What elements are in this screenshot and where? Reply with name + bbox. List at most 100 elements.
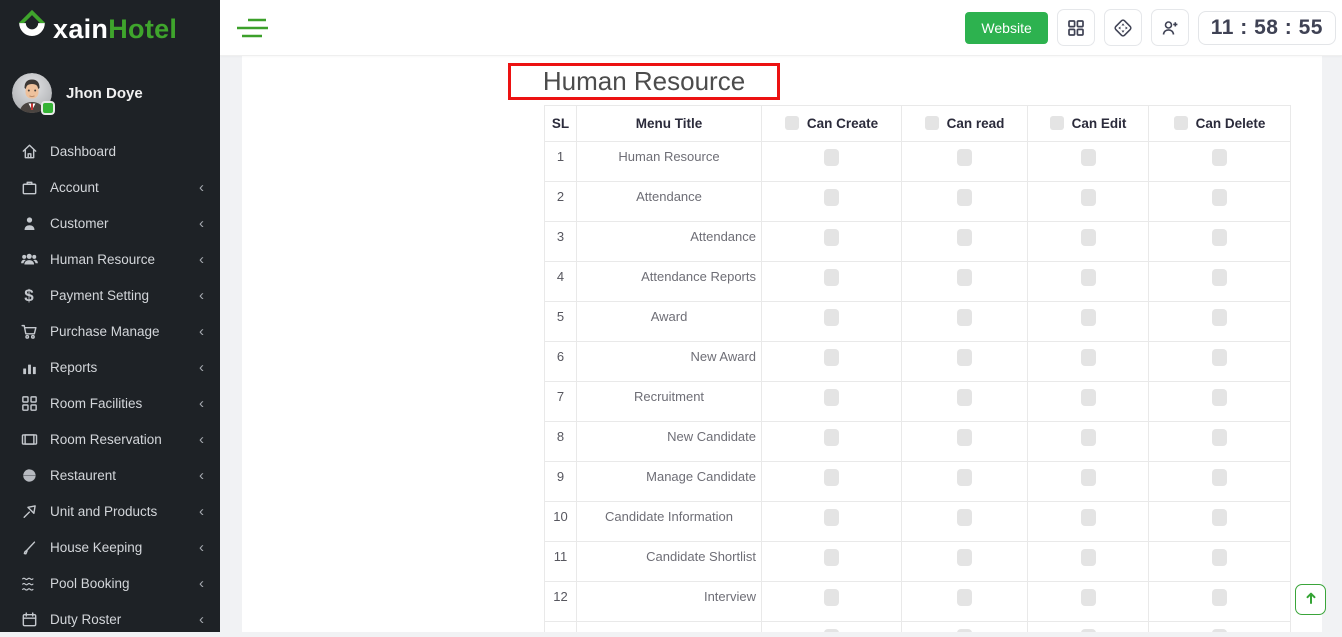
delete-checkbox[interactable] <box>1212 429 1227 446</box>
sidebar-item-purchase-manage[interactable]: Purchase Manage‹ <box>0 313 220 349</box>
read-checkbox[interactable] <box>957 149 972 166</box>
table-row: 5Award <box>545 302 1291 342</box>
sidebar-item-dashboard[interactable]: Dashboard <box>0 133 220 169</box>
delete-checkbox[interactable] <box>1212 589 1227 606</box>
expand-diamond-icon[interactable] <box>1104 9 1142 46</box>
create-checkbox[interactable] <box>824 189 839 206</box>
permission-cell-create <box>762 582 902 622</box>
delete-checkbox[interactable] <box>1212 269 1227 286</box>
sidebar-item-label: Duty Roster <box>50 612 199 627</box>
sidebar-item-customer[interactable]: Customer‹ <box>0 205 220 241</box>
permission-cell-create <box>762 502 902 542</box>
delete-checkbox[interactable] <box>1212 189 1227 206</box>
chevron-left-icon: ‹ <box>199 540 204 555</box>
table-row: 9Manage Candidate <box>545 462 1291 502</box>
sidebar-item-label: Human Resource <box>50 252 199 267</box>
read-checkbox[interactable] <box>957 189 972 206</box>
create-checkbox[interactable] <box>824 349 839 366</box>
edit-checkbox[interactable] <box>1081 309 1096 326</box>
read-checkbox[interactable] <box>957 509 972 526</box>
create-checkbox[interactable] <box>824 269 839 286</box>
sidebar-item-reports[interactable]: Reports‹ <box>0 349 220 385</box>
select-all-edit-checkbox[interactable] <box>1050 116 1064 130</box>
edit-checkbox[interactable] <box>1081 469 1096 486</box>
sidebar-item-unit-and-products[interactable]: Unit and Products‹ <box>0 493 220 529</box>
edit-checkbox[interactable] <box>1081 229 1096 246</box>
sidebar-item-human-resource[interactable]: Human Resource‹ <box>0 241 220 277</box>
website-button[interactable]: Website <box>965 12 1047 44</box>
read-checkbox[interactable] <box>957 469 972 486</box>
chevron-left-icon: ‹ <box>199 360 204 375</box>
select-all-create-checkbox[interactable] <box>785 116 799 130</box>
delete-checkbox[interactable] <box>1212 509 1227 526</box>
select-all-read-checkbox[interactable] <box>925 116 939 130</box>
sidebar-item-payment-setting[interactable]: $Payment Setting‹ <box>0 277 220 313</box>
delete-checkbox[interactable] <box>1212 149 1227 166</box>
read-checkbox[interactable] <box>957 429 972 446</box>
select-all-delete-checkbox[interactable] <box>1174 116 1188 130</box>
read-checkbox[interactable] <box>957 549 972 566</box>
permission-cell-read <box>902 262 1028 302</box>
delete-checkbox[interactable] <box>1212 469 1227 486</box>
delete-checkbox[interactable] <box>1212 229 1227 246</box>
create-checkbox[interactable] <box>824 149 839 166</box>
row-sl: 6 <box>545 342 577 382</box>
delete-checkbox[interactable] <box>1212 389 1227 406</box>
create-checkbox[interactable] <box>824 549 839 566</box>
permission-cell-edit <box>1028 382 1149 422</box>
permission-cell-read <box>902 342 1028 382</box>
permission-cell-read <box>902 222 1028 262</box>
permission-cell-delete <box>1149 142 1291 182</box>
permission-cell-create <box>762 422 902 462</box>
user-profile[interactable]: Jhon Doye <box>0 58 220 125</box>
create-checkbox[interactable] <box>824 229 839 246</box>
edit-checkbox[interactable] <box>1081 389 1096 406</box>
delete-checkbox[interactable] <box>1212 549 1227 566</box>
edit-checkbox[interactable] <box>1081 149 1096 166</box>
menu-icon[interactable] <box>234 15 272 41</box>
permission-cell-delete <box>1149 462 1291 502</box>
row-sl: 11 <box>545 542 577 582</box>
create-checkbox[interactable] <box>824 509 839 526</box>
read-checkbox[interactable] <box>957 309 972 326</box>
edit-checkbox[interactable] <box>1081 349 1096 366</box>
table-row: 7Recruitment <box>545 382 1291 422</box>
permission-cell-read <box>902 582 1028 622</box>
create-checkbox[interactable] <box>824 589 839 606</box>
read-checkbox[interactable] <box>957 269 972 286</box>
permission-cell-delete <box>1149 382 1291 422</box>
add-user-icon[interactable] <box>1151 9 1189 46</box>
sidebar-item-house-keeping[interactable]: House Keeping‹ <box>0 529 220 565</box>
scroll-to-top-button[interactable] <box>1295 584 1326 615</box>
grid-apps-icon[interactable] <box>1057 9 1095 46</box>
edit-checkbox[interactable] <box>1081 509 1096 526</box>
edit-checkbox[interactable] <box>1081 549 1096 566</box>
table-row: 4Attendance Reports <box>545 262 1291 302</box>
create-checkbox[interactable] <box>824 309 839 326</box>
pin-icon <box>18 501 40 521</box>
edit-checkbox[interactable] <box>1081 269 1096 286</box>
delete-checkbox[interactable] <box>1212 349 1227 366</box>
sidebar-item-room-reservation[interactable]: Room Reservation‹ <box>0 421 220 457</box>
delete-checkbox[interactable] <box>1212 309 1227 326</box>
sidebar-item-restaurent[interactable]: Restaurent‹ <box>0 457 220 493</box>
main-content: Human Resource SL Menu Title Can Create … <box>220 56 1342 632</box>
row-sl: 5 <box>545 302 577 342</box>
sidebar-item-room-facilities[interactable]: Room Facilities‹ <box>0 385 220 421</box>
edit-checkbox[interactable] <box>1081 429 1096 446</box>
read-checkbox[interactable] <box>957 349 972 366</box>
create-checkbox[interactable] <box>824 469 839 486</box>
read-checkbox[interactable] <box>957 389 972 406</box>
row-menu-title: Attendance <box>577 222 762 262</box>
sidebar-item-account[interactable]: Account‹ <box>0 169 220 205</box>
create-checkbox[interactable] <box>824 429 839 446</box>
read-checkbox[interactable] <box>957 229 972 246</box>
app-logo[interactable]: xainHotel <box>0 0 220 58</box>
read-checkbox[interactable] <box>957 589 972 606</box>
topbar: Website <box>220 0 1342 56</box>
edit-checkbox[interactable] <box>1081 589 1096 606</box>
sidebar-item-pool-booking[interactable]: Pool Booking‹ <box>0 565 220 601</box>
edit-checkbox[interactable] <box>1081 189 1096 206</box>
sidebar-item-label: Reports <box>50 360 199 375</box>
create-checkbox[interactable] <box>824 389 839 406</box>
